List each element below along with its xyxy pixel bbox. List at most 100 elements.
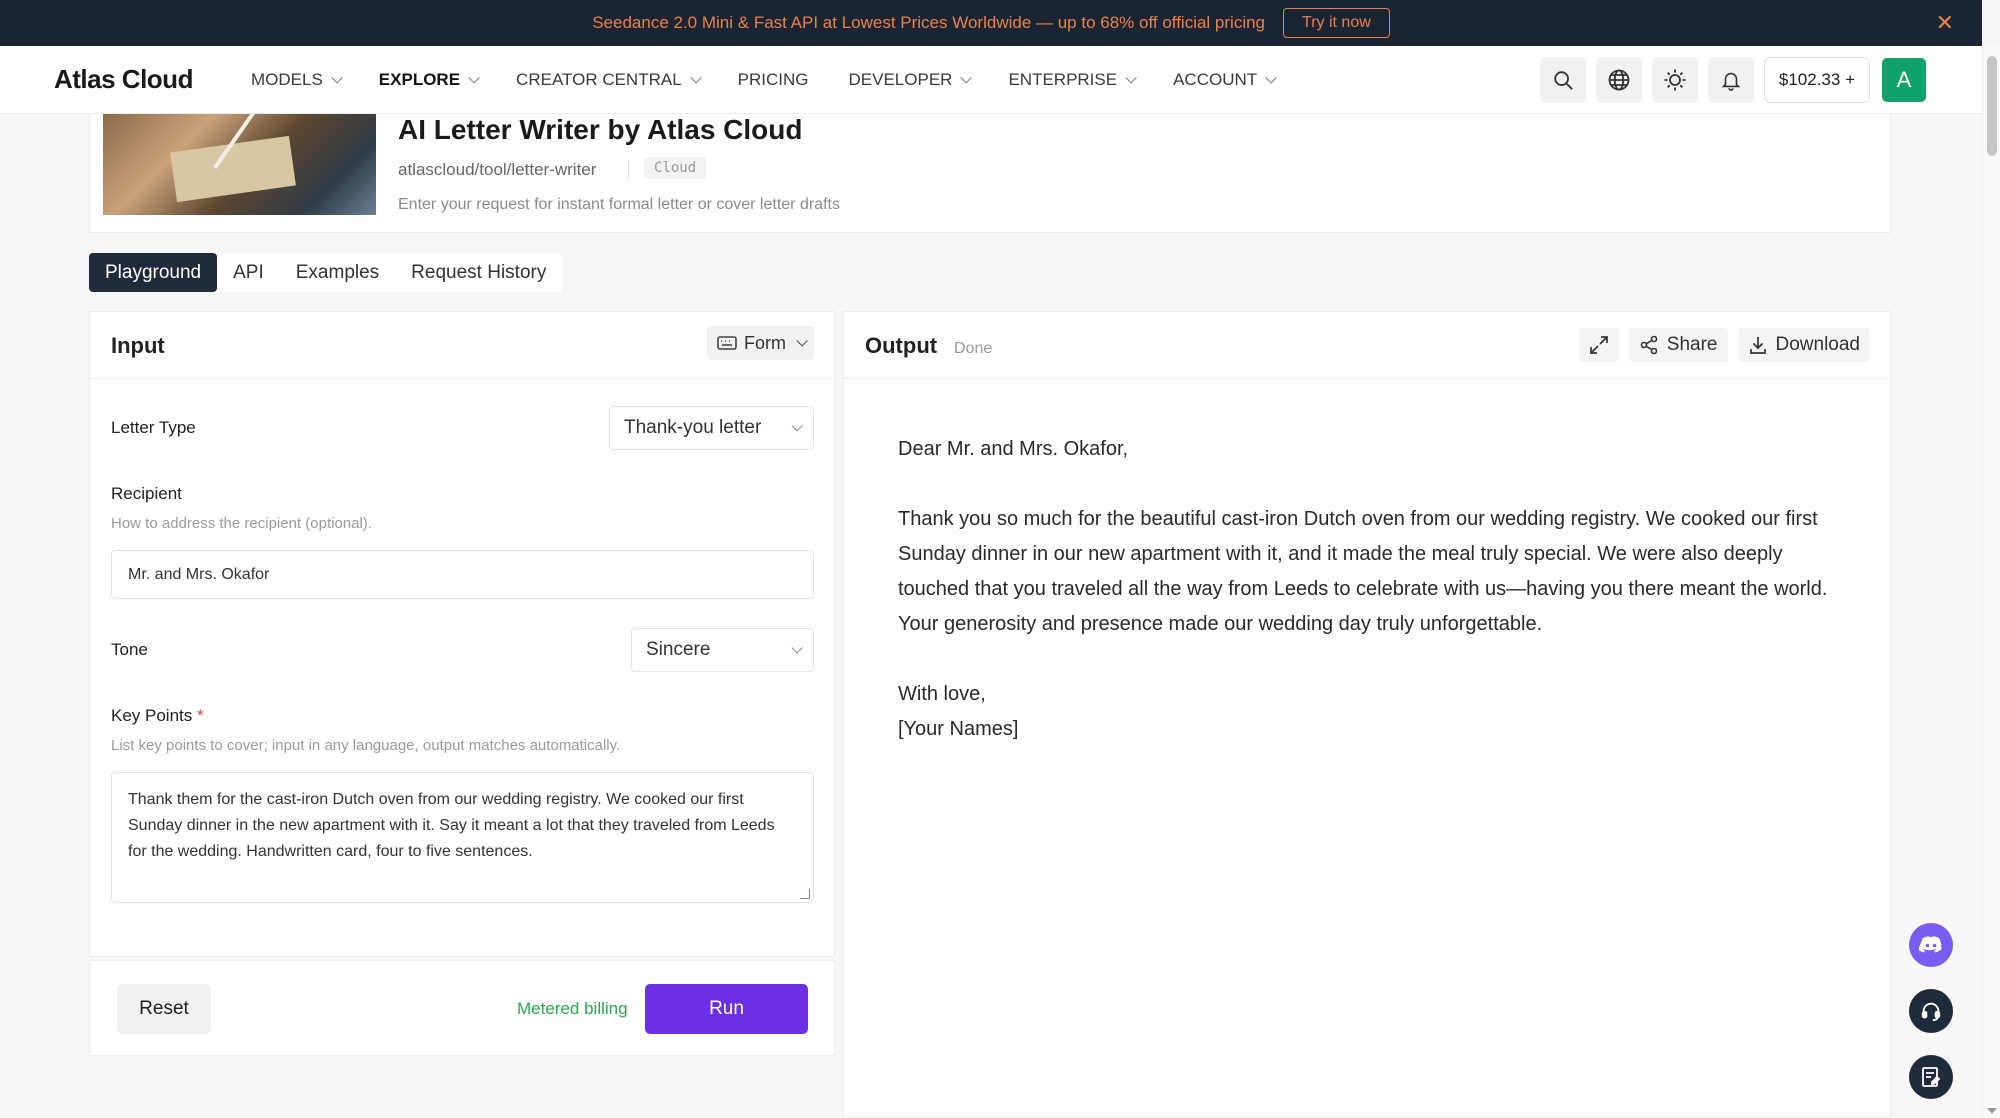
tool-thumbnail <box>103 114 376 215</box>
nav-item-label: EXPLORE <box>378 70 461 89</box>
search-icon[interactable] <box>1539 57 1586 103</box>
tab-bar: Playground API Examples Request History <box>89 253 563 292</box>
share-button[interactable]: Share <box>1628 328 1728 362</box>
required-mark: * <box>197 706 204 725</box>
tone-label: Tone <box>111 640 148 659</box>
form-mode-dropdown[interactable]: Form <box>707 326 814 360</box>
key-points-label: Key Points * <box>111 706 204 726</box>
download-icon <box>1749 337 1766 354</box>
promo-banner: Seedance 2.0 Mini & Fast API at Lowest P… <box>0 0 1982 46</box>
output-panel: Output Done Share Download Dear Mr. and … <box>843 311 1891 1118</box>
form-mode-label: Form <box>744 332 786 353</box>
recipient-input[interactable]: Mr. and Mrs. Okafor <box>111 550 814 599</box>
nav-item-label: MODELS <box>251 70 323 89</box>
chevron-down-icon <box>1125 72 1137 84</box>
output-actions: Share Download <box>1569 328 1870 362</box>
chevron-down-icon <box>1265 72 1277 84</box>
input-panel: Input Form Letter Type Thank-you letter … <box>89 311 835 957</box>
letter-type-label: Letter Type <box>111 418 196 437</box>
input-footer: Reset Metered billing Run <box>89 960 835 1056</box>
output-panel-header: Output Done Share Download <box>844 312 1890 379</box>
scrollbar-thumb[interactable] <box>1987 56 1997 156</box>
reset-button[interactable]: Reset <box>117 984 211 1034</box>
tone-select[interactable]: Sincere <box>631 628 814 672</box>
banner-text: Seedance 2.0 Mini & Fast API at Lowest P… <box>592 13 1266 32</box>
chevron-down-icon <box>791 420 803 432</box>
resize-handle-icon[interactable] <box>800 889 810 899</box>
globe-icon[interactable] <box>1595 57 1642 103</box>
bell-icon[interactable] <box>1707 57 1754 103</box>
nav-item-label: ENTERPRISE <box>1008 70 1118 89</box>
nav-item-label: CREATOR CENTRAL <box>516 70 682 89</box>
nav-item-developer[interactable]: DEVELOPER <box>848 70 973 90</box>
tab-api[interactable]: API <box>217 253 280 292</box>
page-title: AI Letter Writer by Atlas Cloud <box>398 114 803 145</box>
nav-item-models[interactable]: MODELS <box>251 70 343 90</box>
letter-closing: With love, <box>898 683 986 705</box>
input-panel-header: Input Form <box>90 312 834 379</box>
output-title: Output <box>865 333 938 358</box>
letter-greeting: Dear Mr. and Mrs. Okafor, <box>898 438 1129 460</box>
tool-description: Enter your request for instant formal le… <box>398 196 840 213</box>
nav-item-label: PRICING <box>737 70 809 89</box>
download-button[interactable]: Download <box>1737 328 1870 362</box>
try-it-now-button[interactable]: Try it now <box>1283 8 1390 38</box>
nav-item-account[interactable]: ACCOUNT <box>1173 70 1277 90</box>
download-label: Download <box>1775 334 1861 355</box>
close-icon[interactable]: ✕ <box>1936 12 1954 34</box>
letter-body: Thank you so much for the beautiful cast… <box>898 508 1828 635</box>
divider <box>628 160 629 180</box>
recipient-help: How to address the recipient (optional). <box>111 515 372 532</box>
expand-icon <box>1589 336 1608 354</box>
headset-icon <box>1921 1002 1941 1022</box>
keyboard-icon <box>717 336 737 350</box>
tab-request-history[interactable]: Request History <box>395 253 562 292</box>
discord-icon <box>1919 936 1942 953</box>
thumbnail-paper <box>170 135 296 203</box>
input-title: Input <box>111 333 165 358</box>
nav-item-creator-central[interactable]: CREATOR CENTRAL <box>516 70 702 90</box>
letter-type-value: Thank-you letter <box>624 417 762 438</box>
nav-menu: MODELS EXPLORE CREATOR CENTRAL PRICING D… <box>251 46 1313 114</box>
nav-item-enterprise[interactable]: ENTERPRISE <box>1008 70 1137 90</box>
share-label: Share <box>1666 334 1718 355</box>
chevron-down-icon <box>960 72 973 84</box>
tone-value: Sincere <box>646 639 711 660</box>
tool-path: atlascloud/tool/letter-writer <box>398 160 597 179</box>
metered-billing-link[interactable]: Metered billing <box>517 999 628 1019</box>
cloud-badge: Cloud <box>644 157 707 179</box>
support-button[interactable] <box>1909 989 1953 1033</box>
share-icon <box>1640 335 1658 355</box>
key-points-label-text: Key Points <box>111 706 193 725</box>
discord-button[interactable] <box>1909 923 1953 967</box>
nav-item-label: DEVELOPER <box>848 70 953 89</box>
avatar[interactable]: A <box>1882 58 1926 102</box>
nav-item-explore[interactable]: EXPLORE <box>378 70 480 90</box>
chevron-down-icon <box>791 642 803 654</box>
status-text: Done <box>954 340 993 357</box>
nav-item-pricing[interactable]: PRICING <box>738 70 809 90</box>
page-scrollbar[interactable] <box>1982 46 2000 1118</box>
recipient-label: Recipient <box>111 484 182 503</box>
fullscreen-button[interactable] <box>1578 328 1619 362</box>
key-points-value: Thank them for the cast-iron Dutch oven … <box>128 791 775 860</box>
chevron-down-icon <box>468 72 480 84</box>
key-points-textarea[interactable]: Thank them for the cast-iron Dutch oven … <box>111 772 814 903</box>
feedback-icon <box>1922 1067 1941 1087</box>
letter-signature: [Your Names] <box>898 718 1019 740</box>
balance-button[interactable]: $102.33 + <box>1763 57 1870 103</box>
top-nav: Atlas Cloud MODELS EXPLORE CREATOR CENTR… <box>0 46 1982 114</box>
tab-examples[interactable]: Examples <box>280 253 395 292</box>
tab-playground[interactable]: Playground <box>89 253 218 292</box>
scroll-down-arrow-icon[interactable] <box>1987 1108 1997 1114</box>
logo[interactable]: Atlas Cloud <box>54 64 193 95</box>
feedback-button[interactable] <box>1909 1055 1953 1099</box>
sun-icon[interactable] <box>1651 57 1698 103</box>
chevron-down-icon <box>690 72 702 84</box>
run-button[interactable]: Run <box>645 984 808 1034</box>
letter-type-select[interactable]: Thank-you letter <box>609 406 814 450</box>
chevron-down-icon <box>796 335 808 347</box>
tool-header: AI Letter Writer by Atlas Cloud atlasclo… <box>89 114 1891 233</box>
nav-actions: $102.33 + A <box>1530 57 1926 103</box>
nav-item-label: ACCOUNT <box>1173 70 1258 89</box>
